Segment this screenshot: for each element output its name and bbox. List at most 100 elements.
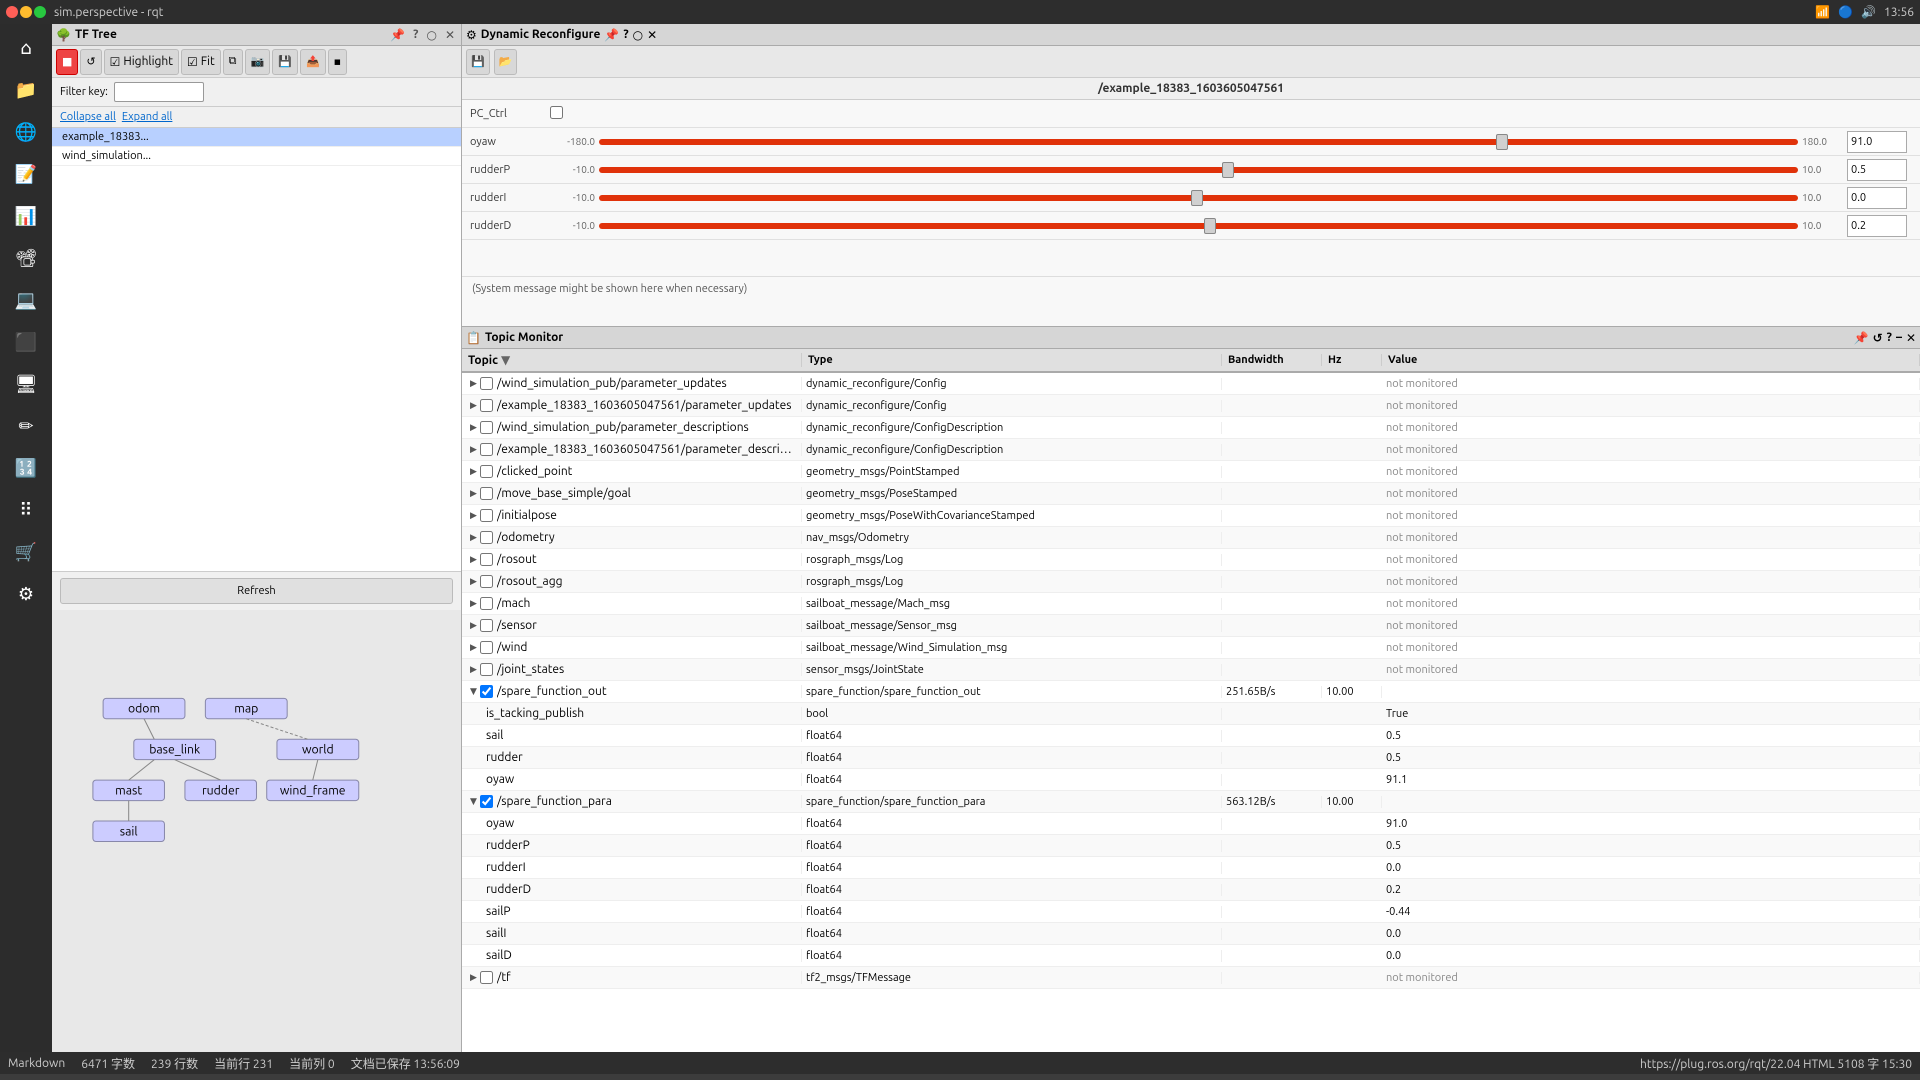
dock-icon-calc[interactable]: 🔢 (6, 448, 46, 488)
topic-checkbox[interactable] (480, 575, 493, 588)
dock-icon-settings[interactable]: ⚙ (6, 574, 46, 614)
topic-checkbox[interactable] (480, 509, 493, 522)
save-btn[interactable]: 💾 (272, 49, 298, 75)
dock-icon-code[interactable]: 💻 (6, 280, 46, 320)
expand-arrow[interactable]: ▶ (470, 664, 477, 675)
tree-item[interactable]: example_18383... (52, 128, 461, 147)
monitor-btn[interactable]: ▪ (328, 49, 347, 75)
expand-arrow[interactable]: ▶ (470, 444, 477, 455)
refresh-btn[interactable]: ↺ (80, 49, 101, 75)
topic-checkbox[interactable] (480, 487, 493, 500)
refresh-button[interactable]: Refresh (60, 578, 453, 604)
expand-arrow[interactable]: ▶ (470, 400, 477, 411)
topic-checkbox[interactable] (480, 971, 493, 984)
highlight-btn[interactable]: ☑ Highlight (104, 49, 179, 75)
stop-btn[interactable]: ■ (56, 49, 78, 75)
expand-arrow[interactable]: ▶ (470, 620, 477, 631)
topic-checkbox[interactable] (480, 641, 493, 654)
slider-thumb[interactable] (1496, 134, 1508, 150)
topic-pin-btn[interactable]: 📌 (1854, 331, 1869, 345)
topic-detach-btn[interactable]: – (1896, 331, 1902, 344)
param-value-input[interactable] (1847, 131, 1907, 153)
param-value-input[interactable] (1847, 159, 1907, 181)
tree-item[interactable]: wind_simulation... (52, 147, 461, 166)
topic-help-btn[interactable]: ? (1887, 331, 1892, 344)
dock-icon-presentation[interactable]: 📽 (6, 238, 46, 278)
param-checkbox[interactable] (550, 106, 570, 122)
dyn-save-btn[interactable]: 💾 (466, 49, 490, 75)
export-btn[interactable]: 📤 (300, 49, 326, 75)
dock-icon-pen[interactable]: ✏ (6, 406, 46, 446)
topic-checkbox[interactable] (480, 795, 493, 808)
close-btn[interactable] (6, 6, 18, 18)
dock-icon-terminal[interactable]: ⬛ (6, 322, 46, 362)
slider-track[interactable] (599, 167, 1798, 173)
screenshot-btn[interactable]: 📷 (245, 49, 271, 75)
fit-btn[interactable]: ☑ Fit (181, 49, 221, 75)
dock-icon-home[interactable]: ⌂ (6, 28, 46, 68)
expand-arrow[interactable]: ▶ (470, 576, 477, 587)
slider-track[interactable] (599, 195, 1798, 201)
tf-help-btn[interactable]: ? (411, 28, 420, 41)
col-header-type[interactable]: Type (802, 354, 1222, 366)
col-header-bw[interactable]: Bandwidth (1222, 354, 1322, 366)
dyn-detach-btn[interactable]: ○ (633, 28, 643, 42)
slider-thumb[interactable] (1222, 162, 1234, 178)
topic-close-btn[interactable]: ✕ (1906, 331, 1916, 345)
expand-arrow[interactable]: ▶ (470, 554, 477, 565)
expand-all-link[interactable]: Expand all (122, 111, 173, 123)
tf-close-btn[interactable]: ✕ (443, 28, 457, 42)
topic-checkbox[interactable] (480, 685, 493, 698)
expand-arrow[interactable]: ▶ (470, 510, 477, 521)
expand-arrow[interactable]: ▼ (470, 796, 477, 807)
tf-pin-btn[interactable]: 📌 (388, 28, 407, 42)
dock-icon-amazon[interactable]: 🛒 (6, 532, 46, 572)
dock-icon-files[interactable]: 📁 (6, 70, 46, 110)
expand-arrow[interactable]: ▼ (470, 686, 477, 697)
dyn-pin-btn[interactable]: 📌 (604, 28, 619, 42)
dock-icon-browser[interactable]: 🌐 (6, 112, 46, 152)
topic-checkbox[interactable] (480, 399, 493, 412)
expand-arrow[interactable]: ▶ (470, 972, 477, 983)
filter-input[interactable] (114, 82, 204, 102)
copy-btn[interactable]: ⧉ (223, 49, 243, 75)
slider-thumb[interactable] (1204, 218, 1216, 234)
expand-arrow[interactable]: ▶ (470, 422, 477, 433)
dock-icon-spreadsheet[interactable]: 📊 (6, 196, 46, 236)
slider-track[interactable] (599, 139, 1798, 145)
expand-arrow[interactable]: ▶ (470, 466, 477, 477)
param-value-input[interactable] (1847, 215, 1907, 237)
topic-checkbox[interactable] (480, 553, 493, 566)
col-header-topic[interactable]: Topic ▼ (462, 353, 802, 367)
dyn-help-btn[interactable]: ? (623, 28, 628, 41)
topic-checkbox[interactable] (480, 377, 493, 390)
max-btn[interactable] (34, 6, 46, 18)
dock-icon-apps[interactable]: ⠿ (6, 490, 46, 530)
topic-checkbox[interactable] (480, 443, 493, 456)
dock-icon-pc-control[interactable]: 🖥 (6, 364, 46, 404)
tf-detach-btn[interactable]: ○ (424, 28, 438, 42)
topic-checkbox[interactable] (480, 531, 493, 544)
topic-checkbox[interactable] (480, 421, 493, 434)
expand-arrow[interactable]: ▶ (470, 642, 477, 653)
dock-icon-editor[interactable]: 📝 (6, 154, 46, 194)
topic-refresh-btn[interactable]: ↺ (1873, 331, 1883, 345)
min-btn[interactable] (20, 6, 32, 18)
param-checkbox-input[interactable] (550, 106, 563, 119)
topic-checkbox[interactable] (480, 465, 493, 478)
topic-checkbox[interactable] (480, 597, 493, 610)
topic-checkbox[interactable] (480, 663, 493, 676)
param-value-input[interactable] (1847, 187, 1907, 209)
dyn-close-btn[interactable]: ✕ (647, 28, 657, 42)
slider-thumb[interactable] (1191, 190, 1203, 206)
expand-arrow[interactable]: ▶ (470, 598, 477, 609)
expand-arrow[interactable]: ▶ (470, 532, 477, 543)
window-controls[interactable] (6, 6, 46, 18)
expand-arrow[interactable]: ▶ (470, 378, 477, 389)
col-header-hz[interactable]: Hz (1322, 354, 1382, 366)
collapse-all-link[interactable]: Collapse all (60, 111, 116, 123)
expand-arrow[interactable]: ▶ (470, 488, 477, 499)
slider-track[interactable] (599, 223, 1798, 229)
topic-checkbox[interactable] (480, 619, 493, 632)
dyn-load-btn[interactable]: 📂 (494, 49, 518, 75)
